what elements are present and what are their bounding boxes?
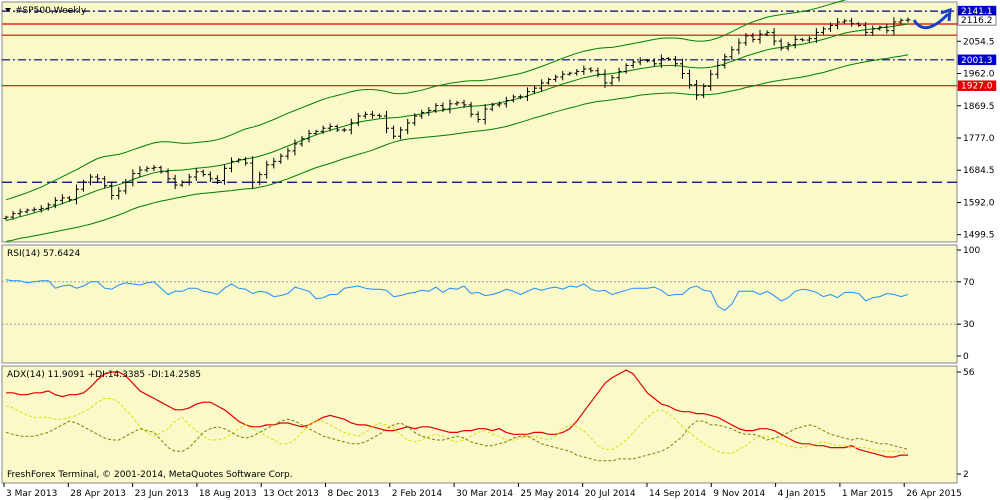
svg-text:2116.2: 2116.2: [961, 16, 993, 26]
x-tick-label: 13 Oct 2013: [263, 489, 319, 499]
price-panel-title: #SP500,Weekly: [15, 6, 87, 16]
x-tick-label: 20 Jul 2014: [585, 489, 636, 499]
price-panel-bg: [1, 1, 958, 243]
adx-tick-label: 56: [963, 368, 975, 378]
x-tick-label: 4 Jan 2015: [778, 489, 826, 499]
rsi-panel-title: RSI(14) 57.6424: [7, 249, 80, 259]
price-tick-label: 1962.0: [963, 70, 995, 80]
x-tick-label: 23 Jun 2013: [135, 489, 189, 499]
rsi-tick-label: 30: [963, 320, 975, 330]
x-tick-label: 2 Feb 2014: [392, 489, 443, 499]
rsi-tick-label: 70: [963, 278, 975, 288]
x-tick-label: 14 Sep 2014: [649, 489, 706, 499]
x-tick-label: 8 Dec 2013: [328, 489, 380, 499]
x-tick-label: 28 Apr 2013: [70, 489, 126, 499]
x-axis-labels: 3 Mar 2013 28 Apr 2013 23 Jun 2013 18 Aug 2…: [3, 483, 962, 499]
price-tag: 1927.0: [957, 80, 997, 92]
x-tick-label: 9 Nov 2014: [713, 489, 765, 499]
x-tick-label: 25 May 2014: [520, 489, 579, 499]
rsi-panel-bg: [1, 244, 958, 364]
price-tick-label: 2054.5: [963, 37, 995, 47]
rsi-tick-label: 100: [963, 246, 980, 256]
price-tag: 2001.3: [957, 54, 997, 66]
price-tick-label: 1869.5: [963, 102, 995, 112]
x-tick-label: 3 Mar 2013: [6, 489, 57, 499]
x-tick-label: 1 Mar 2015: [842, 489, 893, 499]
price-tick-label: 1499.5: [963, 231, 995, 241]
x-tick-label: 30 Mar 2014: [456, 489, 513, 499]
adx-panel-bg: [1, 365, 958, 484]
price-tick-label: 1684.5: [963, 166, 995, 176]
rsi-tick-label: 0: [963, 352, 969, 362]
price-tick-label: 1592.0: [963, 198, 995, 208]
adx-panel-title: ADX(14) 11.9091 +DI:14.3385 -DI:14.2585: [7, 370, 201, 380]
price-tick-label: 1777.0: [963, 134, 995, 144]
chart-canvas: 2054.5 1962.0 1869.5 1777.0 1684.5 1592.0 1499…: [1, 0, 997, 499]
price-tag: 2116.2: [957, 14, 997, 26]
x-tick-label: 26 Apr 2015: [906, 489, 962, 499]
svg-text:2001.3: 2001.3: [961, 56, 993, 66]
x-tick-label: 18 Aug 2013: [199, 489, 257, 499]
chart-window: 2054.5 1962.0 1869.5 1777.0 1684.5 1592.0 1499…: [0, 0, 1000, 500]
svg-text:1927.0: 1927.0: [961, 82, 993, 92]
footer-copyright: FreshForex Terminal, © 2001-2014, MetaQu…: [7, 470, 293, 480]
adx-tick-label: 2: [963, 470, 969, 480]
y-axis-labels: 2054.5 1962.0 1869.5 1777.0 1684.5 1592.0 1499…: [957, 37, 995, 480]
